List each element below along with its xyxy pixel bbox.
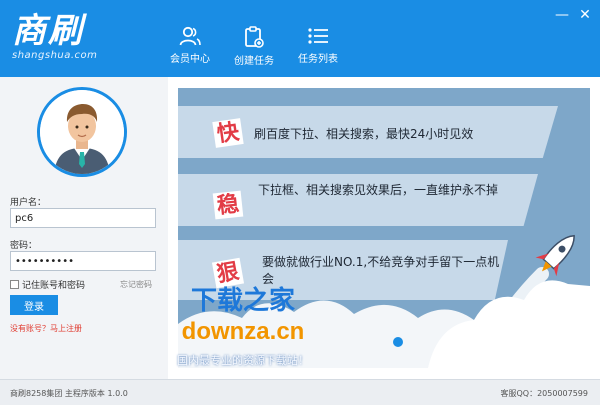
nav-create-label: 创建任务	[234, 56, 274, 67]
logo-subtitle: shangshua.com	[12, 50, 98, 61]
password-input[interactable]	[10, 251, 156, 271]
member-icon	[179, 26, 201, 46]
watermark-slogan: 国内最专业的资源下载站！	[177, 354, 309, 367]
minimize-button[interactable]: —	[555, 8, 569, 22]
close-button[interactable]: ✕	[578, 8, 592, 22]
nav-task-list[interactable]: 任务列表	[298, 26, 338, 65]
checkbox-box[interactable]	[10, 280, 19, 289]
app-logo: 商刷 shangshua.com	[12, 14, 97, 61]
login-button[interactable]: 登录	[10, 295, 58, 315]
list-icon	[308, 28, 328, 44]
nav-create-task[interactable]: 创建任务	[234, 26, 274, 67]
logo-title: 商刷	[12, 11, 84, 51]
watermark-title: 下载之家	[190, 286, 295, 316]
remember-label: 记住账号和密码	[22, 281, 86, 291]
nav-member-label: 会员中心	[170, 54, 210, 65]
clipboard-add-icon	[245, 26, 264, 48]
password-label: 密码：	[10, 241, 38, 251]
avatar	[37, 87, 127, 177]
register-link[interactable]: 没有账号？马上注册	[10, 323, 82, 334]
support-qq-text: 客服QQ：2050007599	[500, 389, 589, 398]
remember-checkbox[interactable]: 记住账号和密码	[10, 278, 85, 291]
username-label: 用户名：	[10, 198, 47, 208]
login-panel: 用户名： 密码： 记住账号和密码 忘记密码 登录 没有账号？马上注册	[0, 77, 168, 379]
username-input[interactable]	[10, 208, 156, 228]
version-text: 商刷8258集团 主程序版本 1.0.0	[10, 389, 128, 398]
nav-member-center[interactable]: 会员中心	[170, 26, 210, 65]
watermark-url: downza.cn	[181, 318, 305, 345]
forgot-password-link[interactable]: 忘记密码	[120, 279, 152, 290]
status-bar: 商刷8258集团 主程序版本 1.0.0 客服QQ：2050007599	[0, 379, 600, 405]
nav-list-label: 任务列表	[298, 54, 338, 65]
app-header: 商刷 shangshua.com 会员中心 创建任务 任务列表 — ✕	[0, 0, 600, 77]
user-avatar-icon	[40, 90, 124, 174]
